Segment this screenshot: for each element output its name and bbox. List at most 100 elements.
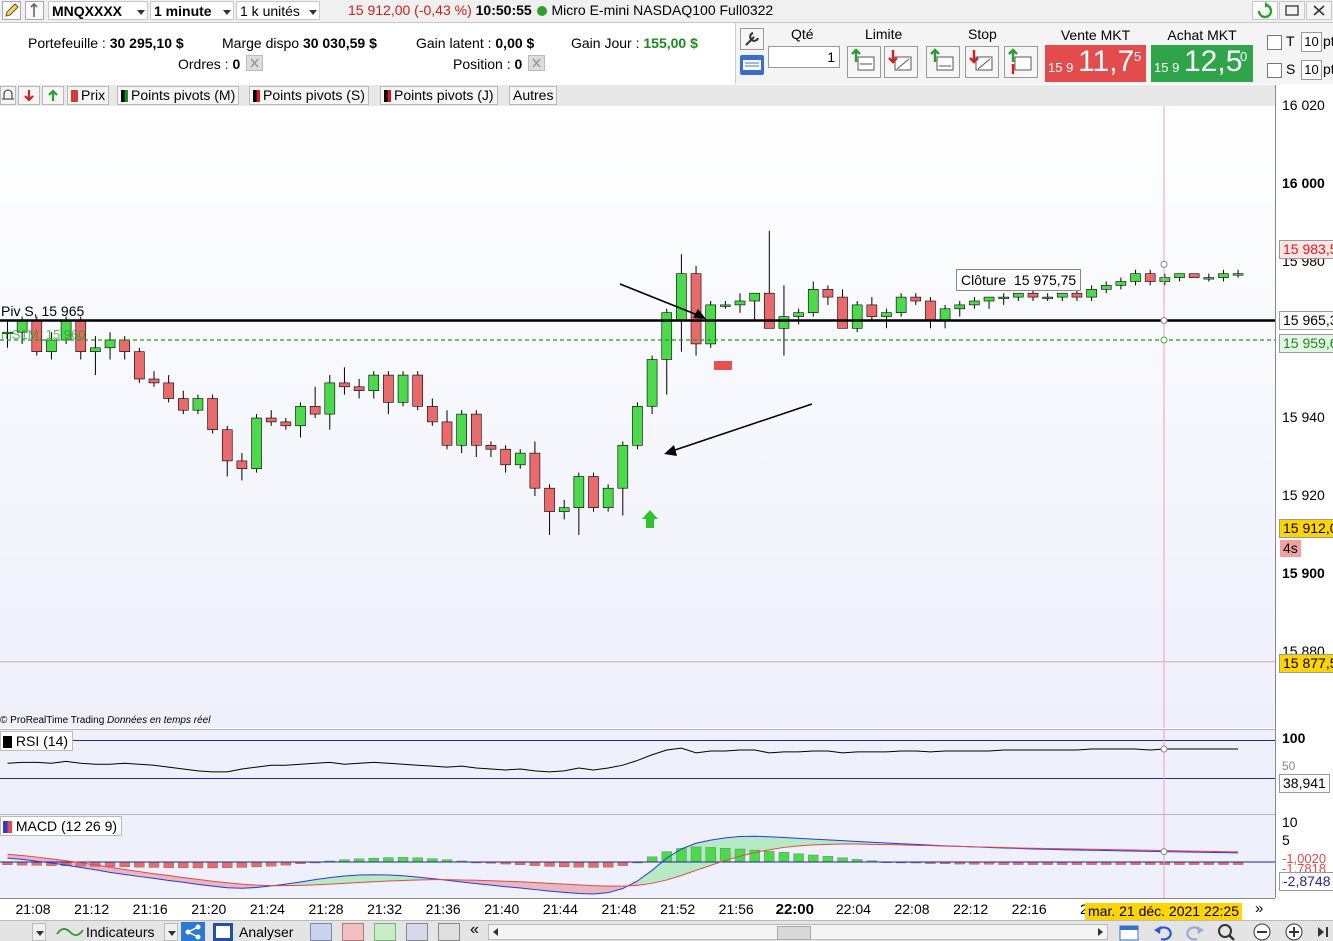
units-select[interactable]: 1 k unités bbox=[236, 1, 320, 20]
zoom-in-icon[interactable] bbox=[1284, 923, 1304, 941]
candle-up bbox=[1086, 289, 1097, 298]
minimize-button[interactable] bbox=[1279, 1, 1305, 20]
sell-market-button[interactable]: Vente MKT 15 9 11,7 5 bbox=[1045, 26, 1146, 82]
macd-axis-5: 5 bbox=[1282, 832, 1290, 848]
stop-sell-button[interactable] bbox=[965, 46, 999, 78]
limit-buy-button[interactable] bbox=[847, 46, 881, 78]
undo-icon[interactable] bbox=[1152, 923, 1174, 941]
macd-bar-positive bbox=[793, 853, 804, 863]
bell-icon[interactable] bbox=[0, 86, 16, 105]
tool-icon[interactable] bbox=[342, 923, 364, 941]
macd-bar-negative bbox=[119, 861, 130, 868]
analyze-button[interactable]: Analyser bbox=[211, 922, 297, 941]
price-chart[interactable]: Piv S, 15 965 mS1M, 15 960 Clôture 15 97… bbox=[0, 106, 1275, 728]
candle-up bbox=[1159, 277, 1171, 282]
time-axis-label: 22:04 bbox=[835, 901, 871, 917]
stop-buy-button[interactable] bbox=[926, 46, 960, 78]
trailing-stop-button[interactable] bbox=[1004, 46, 1038, 78]
tool-icon[interactable] bbox=[406, 923, 428, 941]
macd-bar-negative bbox=[207, 861, 218, 869]
macd-label-box[interactable]: MACD (12 26 9) bbox=[0, 816, 123, 836]
candle-up bbox=[676, 273, 687, 321]
time-axis-label: 21:08 bbox=[15, 901, 51, 917]
candle-up bbox=[749, 292, 760, 302]
symbol-select[interactable]: MNQXXXX bbox=[48, 1, 148, 20]
pencil-icon[interactable] bbox=[2, 1, 21, 20]
pivot-ms1m-label: mS1M, 15 960 bbox=[1, 327, 86, 342]
scroll-left-arrow-icon[interactable] bbox=[493, 928, 498, 936]
cancel-orders-icon[interactable] bbox=[246, 55, 264, 71]
buy-market-button[interactable]: Achat MKT 15 9 12,5 0 bbox=[1151, 26, 1253, 82]
realtime-text: Données en temps réel bbox=[107, 715, 211, 726]
close-position-icon[interactable] bbox=[528, 55, 546, 71]
candle-up bbox=[954, 304, 966, 310]
horizontal-scrollbar[interactable] bbox=[488, 924, 1108, 940]
toolbar-item-others[interactable]: Autres bbox=[509, 86, 558, 105]
alert-up-icon[interactable] bbox=[42, 86, 64, 105]
tool-icon[interactable] bbox=[438, 923, 460, 941]
chevron-down-icon[interactable] bbox=[164, 923, 178, 941]
candle-down bbox=[383, 374, 394, 403]
price-axis[interactable]: 16 020 16 000 15 980 15 940 15 920 15 900 15 8… bbox=[1275, 85, 1333, 898]
sell-label: Vente MKT bbox=[1045, 26, 1146, 45]
take-profit-label: T bbox=[1286, 33, 1295, 49]
time-axis-label: 21:52 bbox=[660, 901, 696, 917]
candle-up bbox=[851, 304, 863, 329]
take-profit-checkbox[interactable] bbox=[1267, 35, 1282, 50]
macd-bar-negative bbox=[192, 861, 204, 869]
macd-chart[interactable]: MACD (12 26 9) bbox=[0, 814, 1275, 899]
zoom-out-icon[interactable] bbox=[1252, 923, 1272, 941]
stop-loss-label: S bbox=[1286, 61, 1296, 77]
stop-loss-checkbox[interactable] bbox=[1267, 63, 1282, 78]
indicators-button[interactable]: Indicateurs bbox=[54, 922, 158, 941]
cursor-date-tag: mar. 21 déc. 2021 22:25 bbox=[1085, 903, 1242, 920]
close-button[interactable] bbox=[1306, 1, 1332, 20]
toolbar-item-pivots-day[interactable]: Points pivots (J) bbox=[380, 86, 498, 105]
alert-down-icon[interactable] bbox=[18, 86, 40, 105]
scroll-right-icon[interactable]: » bbox=[1255, 900, 1263, 917]
candle-up bbox=[1174, 273, 1185, 278]
refresh-icon[interactable] bbox=[1252, 1, 1278, 20]
candle-down bbox=[427, 405, 438, 423]
macd-label: MACD (12 26 9) bbox=[15, 818, 118, 834]
day-gain: Gain Jour : 155,00 $ bbox=[571, 35, 698, 51]
macd-bar-negative bbox=[134, 861, 145, 868]
macd-bar-negative bbox=[148, 861, 160, 868]
candle-down bbox=[690, 273, 702, 345]
toolbar-item-pivots-month[interactable]: Points pivots (M) bbox=[117, 86, 240, 105]
buy-price-big: 12,5 bbox=[1184, 45, 1243, 78]
toolbar-item-price[interactable]: Prix bbox=[67, 86, 110, 105]
wrench-icon[interactable] bbox=[740, 28, 764, 50]
scrollbar-thumb[interactable] bbox=[777, 926, 811, 940]
quantity-input[interactable]: 1 bbox=[768, 46, 840, 68]
keyboard-icon[interactable] bbox=[740, 55, 764, 75]
rsi-label-box[interactable]: RSI (14) bbox=[0, 731, 74, 751]
rsi-chart[interactable]: RSI (14) bbox=[0, 729, 1275, 814]
time-axis[interactable]: 21:08 21:12 21:16 21:20 21:24 21:28 21:32 21:36… bbox=[0, 898, 1275, 921]
candle-up bbox=[1100, 285, 1112, 290]
link-icon[interactable] bbox=[25, 1, 44, 20]
stop-loss-input[interactable]: 10 bbox=[1301, 60, 1322, 80]
toolbar-item-pivots-day-label: Points pivots (J) bbox=[394, 87, 494, 103]
tool-icon[interactable] bbox=[374, 923, 396, 941]
macd-bar-positive bbox=[705, 847, 716, 863]
scroll-left-icon[interactable]: « bbox=[470, 921, 479, 939]
limit-sell-button[interactable] bbox=[884, 46, 918, 78]
redo-icon[interactable] bbox=[1184, 923, 1206, 941]
chevron-down-icon[interactable] bbox=[32, 923, 46, 941]
scroll-right-arrow-icon[interactable] bbox=[1098, 928, 1103, 936]
zoom-icon[interactable] bbox=[1216, 923, 1244, 941]
stop-label: Stop bbox=[968, 26, 997, 42]
rsi-label: RSI (14) bbox=[15, 733, 69, 749]
share-icon[interactable] bbox=[181, 922, 205, 941]
portfolio-label: Portefeuille : bbox=[28, 35, 106, 51]
order-panel: Qté 1 Limite Stop Vente MKT 15 9 11,7 5 … bbox=[735, 23, 1333, 84]
price-axis-tag: 15 877,5 bbox=[1279, 653, 1333, 673]
calendar-icon[interactable] bbox=[1118, 923, 1140, 941]
take-profit-input[interactable]: 10 bbox=[1301, 32, 1322, 52]
tool-icon[interactable] bbox=[310, 923, 332, 941]
toolbar-item-pivots-week[interactable]: Points pivots (S) bbox=[249, 86, 369, 105]
timeframe-select[interactable]: 1 minute bbox=[150, 1, 234, 20]
scroll-end-icon[interactable] bbox=[1314, 923, 1332, 941]
macd-bar-negative bbox=[573, 861, 584, 868]
